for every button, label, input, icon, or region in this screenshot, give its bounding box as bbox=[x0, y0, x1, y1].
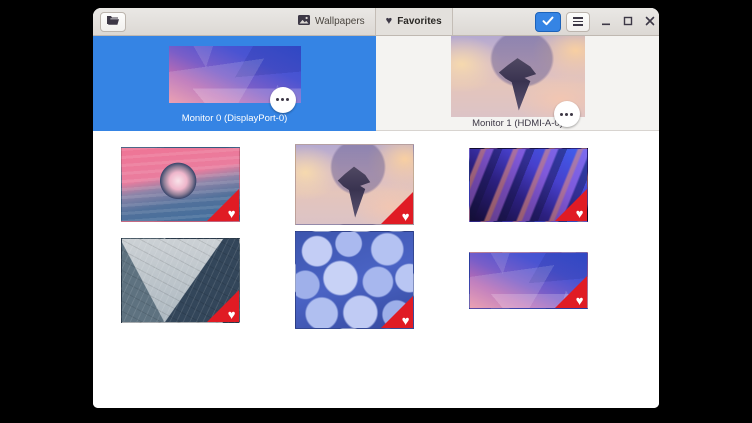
heart-icon: ♥ bbox=[386, 16, 393, 27]
monitor-1-thumb-area bbox=[376, 36, 659, 117]
open-folder-button[interactable] bbox=[100, 12, 126, 32]
view-switcher: Wallpapers ♥ Favorites bbox=[288, 8, 453, 35]
checkmark-icon bbox=[542, 13, 554, 31]
minimize-button[interactable] bbox=[599, 12, 612, 32]
grid-row-2: ♥ ♥ ♥ bbox=[93, 231, 659, 329]
favorites-view: ♥ ♥ ♥ bbox=[93, 131, 659, 408]
maximize-icon bbox=[623, 13, 633, 31]
heart-icon: ♥ bbox=[576, 294, 584, 307]
favorite-thumbnail-blue-hydrangea[interactable]: ♥ bbox=[295, 231, 414, 329]
minimize-icon bbox=[601, 13, 611, 31]
monitor-0-thumb-area bbox=[93, 36, 376, 112]
monitor-0-more-button[interactable] bbox=[270, 87, 296, 113]
monitor-1-wallpaper-thumbnail[interactable] bbox=[451, 36, 585, 117]
monitor-1-more-button[interactable] bbox=[554, 101, 580, 127]
menu-button[interactable] bbox=[566, 12, 590, 32]
folder-open-icon bbox=[106, 13, 120, 31]
heart-icon: ♥ bbox=[402, 314, 410, 327]
tab-favorites-label: Favorites bbox=[397, 16, 441, 27]
favorite-thumbnail-floating-island[interactable]: ♥ bbox=[295, 144, 414, 225]
favorite-thumbnail-pink-fuzzy-sphere[interactable]: ♥ bbox=[121, 147, 240, 222]
grid-row-1: ♥ ♥ ♥ bbox=[93, 144, 659, 225]
favorite-thumbnail-purple-silk-waves[interactable]: ♥ bbox=[469, 148, 588, 222]
monitor-1-section[interactable]: Monitor 1 (HDMI-A-0) bbox=[376, 36, 659, 131]
ellipsis-icon bbox=[276, 98, 289, 101]
monitor-0-label: Monitor 0 (DisplayPort-0) bbox=[182, 112, 288, 131]
header-bar: Wallpapers ♥ Favorites bbox=[93, 8, 659, 36]
heart-icon: ♥ bbox=[402, 210, 410, 223]
monitor-0-section[interactable]: Monitor 0 (DisplayPort-0) bbox=[93, 36, 376, 131]
tab-favorites[interactable]: ♥ Favorites bbox=[375, 8, 453, 35]
apply-button[interactable] bbox=[535, 12, 561, 32]
tab-wallpapers-label: Wallpapers bbox=[315, 16, 365, 27]
close-icon bbox=[645, 13, 655, 31]
heart-icon: ♥ bbox=[576, 207, 584, 220]
hamburger-menu-icon bbox=[573, 17, 583, 26]
favorites-grid: ♥ ♥ ♥ bbox=[93, 131, 659, 329]
header-controls bbox=[535, 8, 656, 35]
close-button[interactable] bbox=[643, 12, 656, 32]
app-window: Wallpapers ♥ Favorites bbox=[93, 8, 659, 408]
heart-icon: ♥ bbox=[228, 207, 236, 220]
favorite-thumbnail-skyscrapers[interactable]: ♥ bbox=[121, 238, 240, 323]
image-icon bbox=[298, 15, 310, 28]
favorite-thumbnail-geometric-ultrawide[interactable]: ♥ bbox=[469, 252, 588, 309]
monitor-strip: Monitor 0 (DisplayPort-0) Monitor 1 (HDM… bbox=[93, 36, 659, 131]
ellipsis-icon bbox=[560, 113, 573, 116]
tab-wallpapers[interactable]: Wallpapers bbox=[288, 8, 375, 35]
monitor-0-wallpaper-thumbnail[interactable] bbox=[169, 46, 301, 103]
maximize-button[interactable] bbox=[621, 12, 634, 32]
heart-icon: ♥ bbox=[228, 308, 236, 321]
